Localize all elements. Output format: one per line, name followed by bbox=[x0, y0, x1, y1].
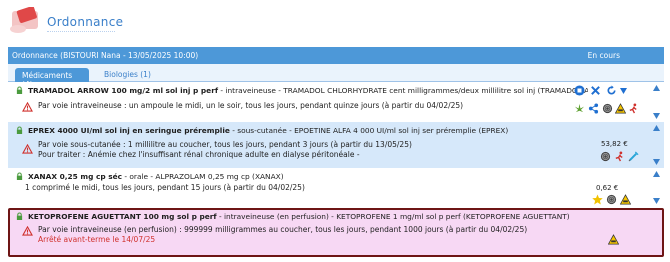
medication-name: KETOPROFENE AGUETTANT 100 mg sol p perf bbox=[28, 212, 217, 221]
warning-road-icon bbox=[615, 103, 626, 114]
interaction-icon bbox=[588, 103, 599, 114]
fingerprint-icon bbox=[606, 194, 617, 205]
dosage-line: 1 comprimé le midi, tous les jours, pend… bbox=[25, 183, 305, 192]
tab-medicaments[interactable]: Médicaments (4) bbox=[15, 68, 89, 89]
app-subtitle-decoration bbox=[47, 31, 115, 36]
renew-icon[interactable] bbox=[606, 85, 617, 96]
warning-icon bbox=[22, 102, 33, 112]
lock-icon bbox=[16, 212, 23, 220]
dosage-line: Par voie intraveineuse : un ampoule le m… bbox=[38, 101, 464, 110]
scroll-down-icon[interactable] bbox=[653, 198, 660, 204]
medication-detail: 1 comprimé le midi, tous les jours, pend… bbox=[25, 183, 525, 193]
runner-icon bbox=[629, 103, 637, 114]
medication-name: XANAX 0,25 mg cp séc bbox=[28, 172, 123, 181]
medication-detail: Par voie intraveineuse : un ampoule le m… bbox=[38, 101, 538, 111]
lock-icon bbox=[16, 126, 23, 134]
medication-info: - orale - ALPRAZOLAM 0,25 mg cp (XANAX) bbox=[122, 172, 284, 181]
medication-info: - intraveineuse - TRAMADOL CHLORHYDRATE … bbox=[218, 86, 588, 95]
status-label: En cours bbox=[587, 51, 620, 60]
row-actions bbox=[572, 84, 642, 120]
prescription-banner: Ordonnance (BISTOURI Nana - 13/05/2025 1… bbox=[8, 47, 664, 64]
medication-name-line: EPREX 4000 UI/ml sol inj en seringue pré… bbox=[28, 126, 588, 135]
delete-icon[interactable] bbox=[590, 85, 601, 96]
stop-note: Arrêté avant-terme le 14/07/25 bbox=[38, 235, 156, 244]
medication-row[interactable]: EPREX 4000 UI/ml sol inj en seringue pré… bbox=[8, 122, 664, 168]
scroll-up-icon[interactable] bbox=[653, 171, 660, 177]
fingerprint-icon bbox=[600, 151, 611, 162]
dosage-line: Par voie intraveineuse (en perfusion) : … bbox=[38, 225, 528, 234]
medication-info: - sous-cutanée - EPOETINE ALFA 4 000 UI/… bbox=[229, 126, 509, 135]
scroll-down-icon[interactable] bbox=[653, 113, 660, 119]
row-actions bbox=[570, 212, 640, 248]
syringe-icon bbox=[628, 151, 639, 162]
medication-name-line: TRAMADOL ARROW 100 mg/2 ml sol inj p per… bbox=[28, 86, 588, 95]
cannabis-icon bbox=[574, 103, 585, 113]
price-label: 0,62 € bbox=[596, 184, 619, 192]
medication-row-selected[interactable]: KETOPROFENE AGUETTANT 100 mg sol p perf … bbox=[8, 208, 664, 257]
dosage-line: Par voie sous-cutanée : 1 millilitre au … bbox=[38, 140, 412, 149]
medication-name: TRAMADOL ARROW 100 mg/2 ml sol inj p per… bbox=[28, 86, 219, 95]
row-actions: 0,62 € bbox=[572, 170, 642, 206]
warning-road-icon bbox=[608, 234, 619, 245]
stop-icon[interactable] bbox=[574, 85, 585, 96]
patient-info: Ordonnance (BISTOURI Nana - 13/05/2025 1… bbox=[12, 51, 199, 60]
scroll-up-icon[interactable] bbox=[653, 125, 660, 131]
indication-line: Pour traiter : Anémie chez l'insuffisant… bbox=[38, 150, 360, 159]
warning-icon bbox=[22, 226, 33, 236]
app-header: Ordonnance bbox=[0, 0, 670, 44]
row-actions: 53,82 € bbox=[572, 124, 642, 162]
warning-icon bbox=[22, 144, 33, 154]
lock-icon bbox=[16, 86, 23, 94]
app-title: Ordonnance bbox=[47, 15, 124, 29]
medication-detail: Par voie sous-cutanée : 1 millilitre au … bbox=[38, 140, 538, 160]
lock-icon bbox=[16, 172, 23, 180]
chevron-down-icon[interactable] bbox=[620, 88, 627, 94]
medication-row[interactable]: TRAMADOL ARROW 100 mg/2 ml sol inj p per… bbox=[8, 82, 664, 122]
tab-biologies[interactable]: Biologies (1) bbox=[98, 68, 157, 82]
star-icon bbox=[592, 194, 603, 205]
warning-road-icon bbox=[620, 194, 631, 205]
medication-name-line: KETOPROFENE AGUETTANT 100 mg sol p perf … bbox=[28, 212, 588, 221]
fingerprint-icon bbox=[602, 103, 613, 114]
runner-icon bbox=[615, 151, 623, 162]
medication-name-line: XANAX 0,25 mg cp séc - orale - ALPRAZOLA… bbox=[28, 172, 588, 181]
medication-info: - intraveineuse (en perfusion) - KETOPRO… bbox=[216, 212, 570, 221]
prescription-logo-icon bbox=[10, 7, 38, 33]
tab-bar: Médicaments (4) Biologies (1) bbox=[8, 64, 664, 89]
scroll-down-icon[interactable] bbox=[653, 159, 660, 165]
medication-detail: Par voie intraveineuse (en perfusion) : … bbox=[38, 225, 538, 245]
medication-name: EPREX 4000 UI/ml sol inj en seringue pré… bbox=[28, 126, 230, 135]
medication-row[interactable]: XANAX 0,25 mg cp séc - orale - ALPRAZOLA… bbox=[8, 168, 664, 207]
price-label: 53,82 € bbox=[601, 140, 628, 148]
medication-list: TRAMADOL ARROW 100 mg/2 ml sol inj p per… bbox=[8, 82, 664, 260]
scroll-up-icon[interactable] bbox=[653, 85, 660, 91]
